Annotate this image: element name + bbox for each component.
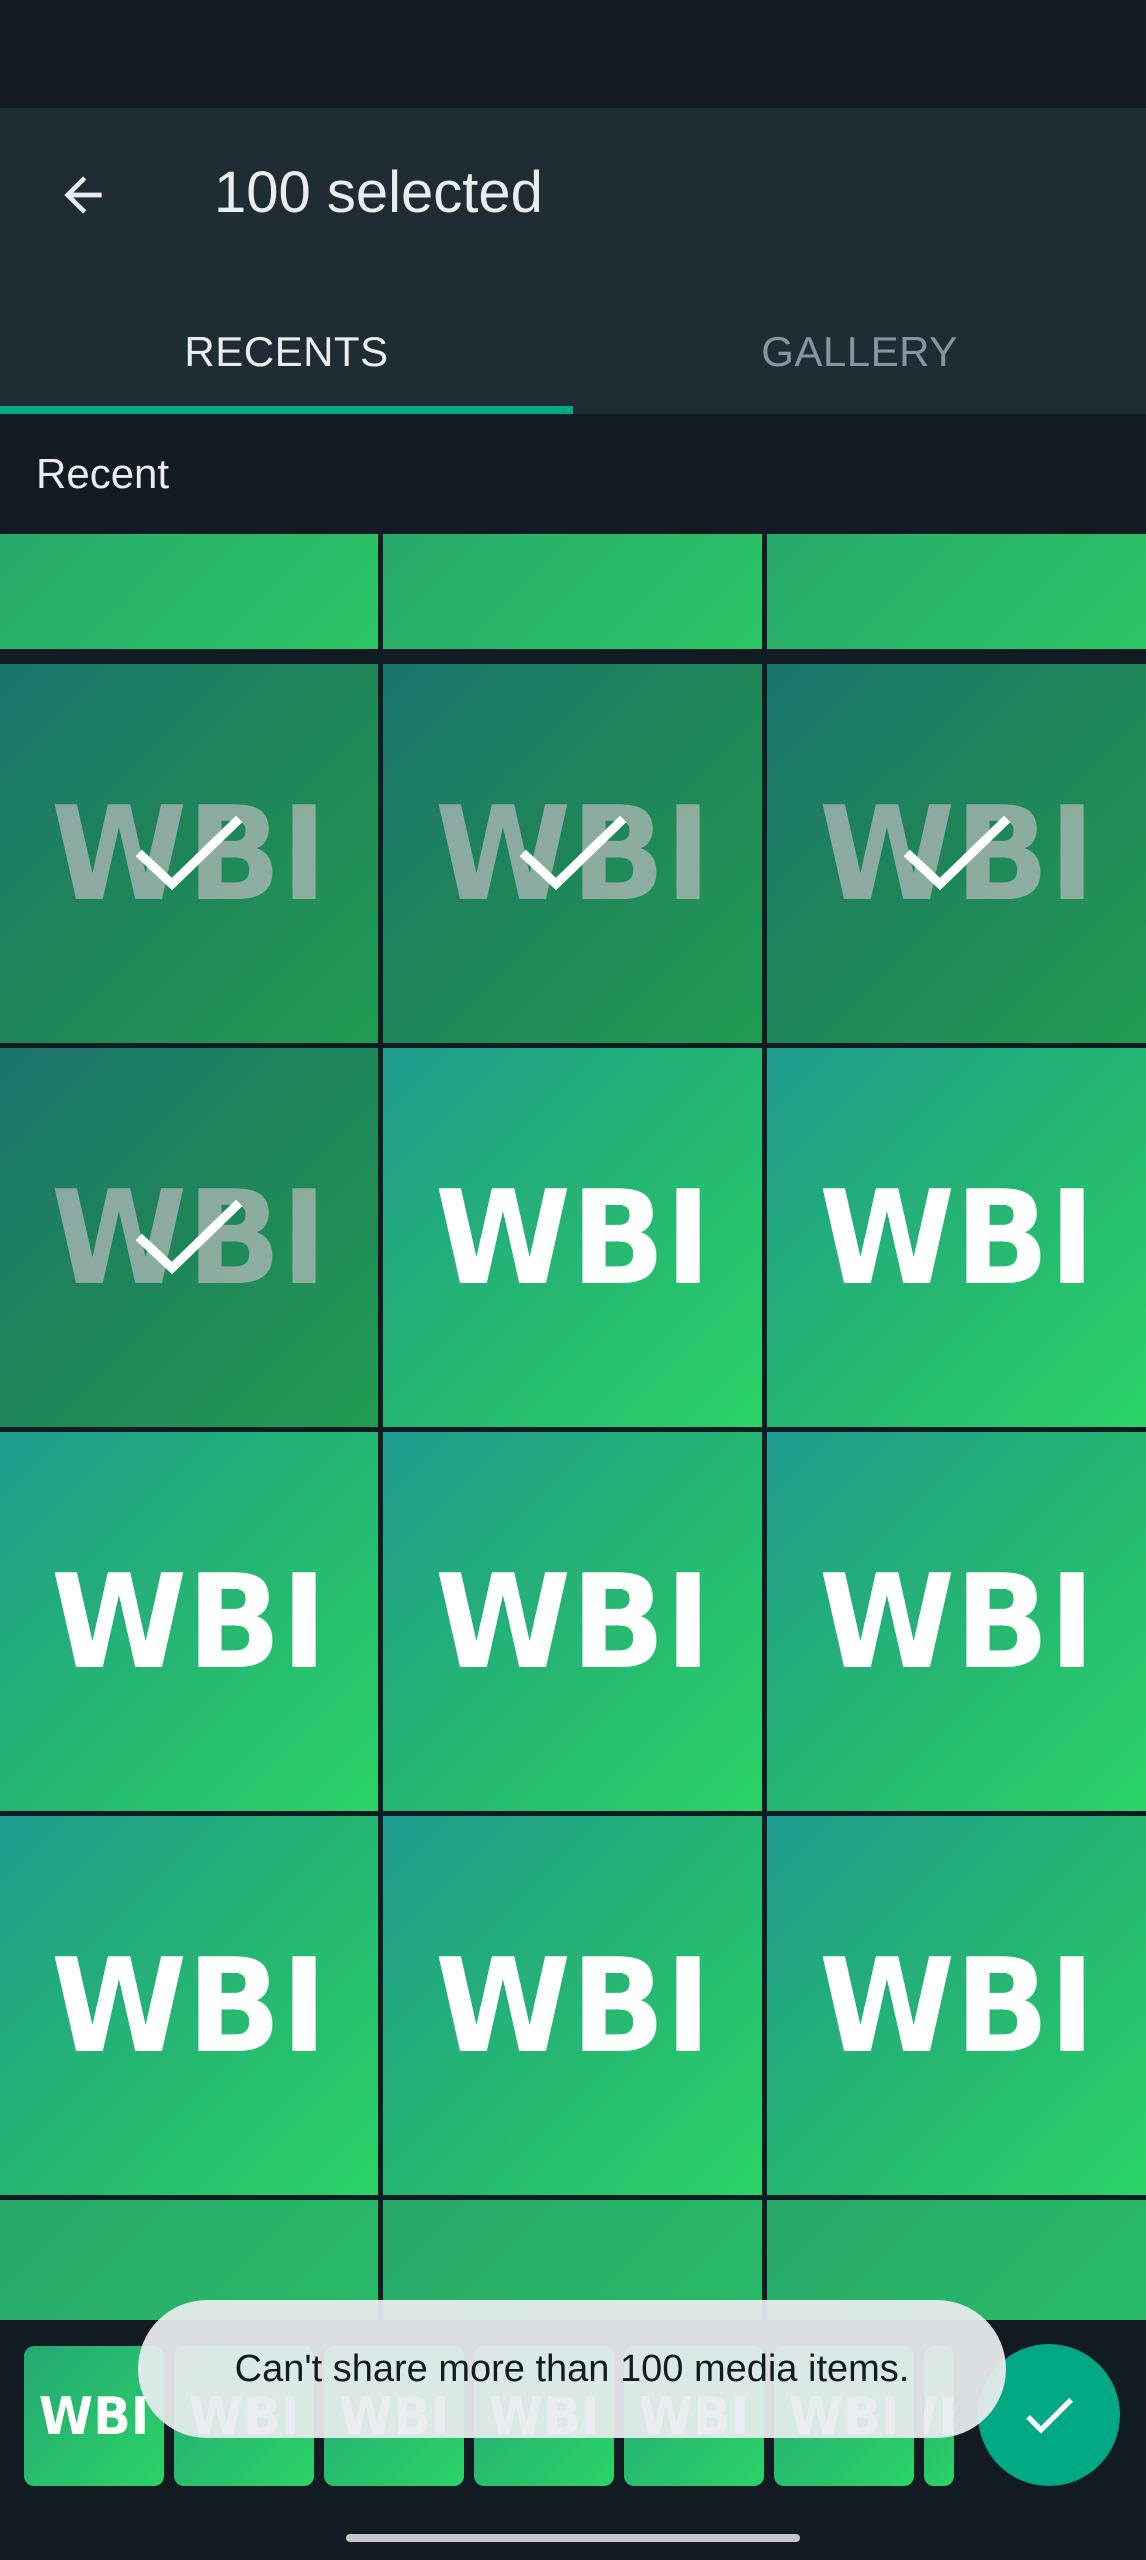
media-tile[interactable]: WBI xyxy=(767,1048,1146,1427)
svg-text:WBI: WBI xyxy=(435,1567,711,1677)
check-icon xyxy=(1026,2397,1073,2434)
wbi-logo: WBI xyxy=(51,1567,327,1677)
wbi-logo: WBI xyxy=(819,1951,1095,2061)
media-tile[interactable] xyxy=(0,534,378,649)
media-grid: WBIWBIWBIWBIWBIWBIWBIWBIWBIWBIWBIWBIWBIW… xyxy=(0,534,1146,2320)
svg-text:WBI: WBI xyxy=(51,1951,327,2061)
check-icon xyxy=(135,815,243,890)
wbi-logo: WBI xyxy=(819,1183,1095,1293)
svg-text:WBI: WBI xyxy=(435,1951,711,2061)
media-tile[interactable]: WBI xyxy=(0,1432,378,1811)
arrow-left-icon xyxy=(64,176,102,214)
status-bar xyxy=(0,0,1146,108)
media-tile[interactable] xyxy=(767,534,1146,649)
svg-text:WBI: WBI xyxy=(435,1183,711,1293)
svg-text:WBI: WBI xyxy=(819,1567,1095,1677)
wbi-logo: WBI xyxy=(435,1567,711,1677)
wbi-logo: WBI xyxy=(51,1951,327,2061)
section-label-recent: Recent xyxy=(36,450,170,497)
wbi-logo: WBI xyxy=(435,1183,711,1293)
tab-gallery[interactable]: GALLERY xyxy=(573,290,1146,414)
check-icon xyxy=(903,815,1010,890)
media-tile[interactable]: WBI xyxy=(0,664,378,1043)
tab-bar: RECENTS GALLERY xyxy=(0,290,1146,414)
wbi-logo: WBI xyxy=(435,1951,711,2061)
media-tile[interactable]: WBI xyxy=(767,664,1146,1043)
media-tile[interactable]: WBI xyxy=(767,1432,1146,1811)
media-tile[interactable]: WBI xyxy=(0,1048,378,1427)
svg-text:WBI: WBI xyxy=(51,1567,327,1677)
svg-text:WBI: WBI xyxy=(819,1183,1095,1293)
back-button[interactable] xyxy=(38,150,128,240)
svg-text:WBI: WBI xyxy=(819,1951,1095,2061)
check-icon xyxy=(135,1199,243,1274)
svg-text:WBI: WBI xyxy=(39,2394,149,2438)
wbi-logo: WBI xyxy=(39,2394,149,2438)
tab-recents[interactable]: RECENTS xyxy=(0,290,573,414)
media-tile[interactable]: WBI xyxy=(383,1816,762,2195)
home-indicator[interactable] xyxy=(346,2534,800,2542)
wbi-logo: WBI xyxy=(819,1567,1095,1677)
media-tile[interactable]: WBI xyxy=(383,1048,762,1427)
page-title: 100 selected xyxy=(214,160,543,225)
tab-indicator xyxy=(0,406,573,414)
toast-message: Can't share more than 100 media items. xyxy=(138,2300,1006,2438)
media-tile[interactable]: WBI xyxy=(0,1816,378,2195)
media-tile[interactable] xyxy=(383,534,762,649)
media-tile[interactable]: WBI xyxy=(767,1816,1146,2195)
media-tile[interactable]: WBI xyxy=(383,1432,762,1811)
check-icon xyxy=(519,815,626,890)
media-tile[interactable]: WBI xyxy=(383,664,762,1043)
